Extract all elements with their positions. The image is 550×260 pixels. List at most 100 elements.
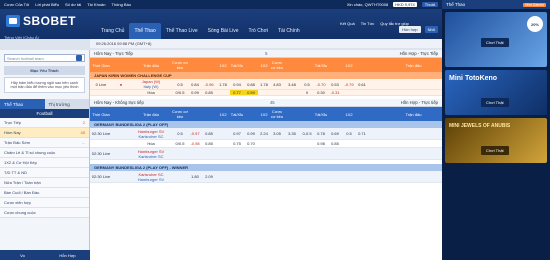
x2[interactable]: 3.05 [270, 131, 284, 136]
half-ou-under[interactable]: 0.61 [356, 82, 368, 87]
half-ou-over[interactable]: 0.5 [342, 131, 356, 136]
handicap-away[interactable]: 0.85 [202, 131, 216, 136]
topbar-link-notice[interactable]: Thông Báo [111, 2, 131, 7]
col-ou: Tài/Xỉu [230, 111, 244, 117]
half-ou-over[interactable]: -0.79 [342, 82, 356, 87]
ou-line: 1.78 [219, 81, 227, 87]
nav-live-sports[interactable]: Thể Thao Live [161, 23, 203, 39]
results-link[interactable]: Kết Quả [340, 21, 355, 26]
sidebar-item-label: Cược chung cuộc [4, 210, 36, 215]
promo-1-play-button[interactable]: Chơi Thật [481, 38, 509, 47]
sport-heading[interactable]: Football [0, 109, 89, 118]
nav-games[interactable]: Trò Chơi [243, 23, 273, 39]
half-handicap-home[interactable]: 0.30 [314, 90, 328, 95]
topbar-link-my-bets[interactable]: Cược Của Tôi [4, 2, 29, 7]
sidebar-item-label: Trực Tiếp [4, 120, 21, 125]
ou-over[interactable]: 0.75 [230, 141, 244, 146]
ou-over[interactable]: 0.97 [230, 131, 244, 136]
language-selector[interactable]: Tiếng Việt (Châu Á) [4, 35, 39, 40]
favorites-note: Hãy bấm biểu tượng ngôi sao bên cạnh một… [4, 77, 85, 93]
half-handicap-away[interactable]: 0.53 [328, 82, 342, 87]
x1[interactable]: 2.24 [258, 131, 270, 136]
half-handicap-away[interactable]: -0.31 [328, 90, 342, 95]
x1[interactable]: 1.78 [258, 82, 270, 87]
half-handicap-away[interactable]: 0.85 [328, 141, 342, 146]
match-teams: Japan (W) Italy (W) [130, 79, 172, 89]
ou-under[interactable]: 0.99 [244, 131, 258, 136]
search-input[interactable]: Search football team [4, 54, 85, 62]
handicap-home[interactable]: 0.84 [188, 82, 202, 87]
promo-banner-3[interactable]: MINI JEWELS OF ANUBIS Chơi Thật [445, 118, 547, 163]
header: SBOBET Tiếng Việt (Châu Á) Trang Chủ Thể… [0, 9, 442, 40]
sidebar-item-early[interactable]: Trận Đấu Sớm... [0, 138, 89, 148]
handicap-away[interactable]: 0.85 [202, 141, 216, 146]
search-icon[interactable] [76, 55, 82, 61]
handicap-home[interactable]: -0.97 [188, 131, 202, 136]
sidebar-item-total-goals[interactable]: T/D TT & ND [0, 168, 89, 178]
ou-under[interactable]: 0.70 [244, 141, 258, 146]
nav-live-casino[interactable]: Sòng Bài Live [203, 23, 244, 39]
col-1x2-b: 1X2 [260, 111, 268, 117]
nav-sports[interactable]: Thể Thao [129, 23, 161, 39]
sidebar-bottom-vo[interactable]: Vo [0, 250, 45, 260]
league-row[interactable]: GERMANY BUNDESLIGA 2 (PLAY OFF) - WINNER [90, 164, 442, 171]
sidebar-item-odd-even[interactable]: Chấm Lẻ & Tỉ số chung cuộc [0, 148, 89, 158]
col-match-right: Trận đấu [405, 62, 422, 68]
logout-button[interactable]: Thoát [421, 2, 438, 7]
topbar-link-balance[interactable]: Số dư tài [65, 2, 81, 7]
live-section-right[interactable]: Hồn Hợp - Trực Tiếp [400, 51, 438, 56]
sidebar-item-live[interactable]: Trực Tiếp 2 [0, 118, 89, 128]
winner-odd-home[interactable]: 1.80 [188, 174, 202, 179]
winner-odd-away[interactable]: 2.09 [202, 174, 216, 179]
table-row: 02:30 Live Karlsruher SC Hamburger SV 1.… [90, 171, 442, 183]
live-section-title[interactable]: Hôm Nay - Trực Tiếp [94, 51, 133, 56]
odds-type-button[interactable]: Hồn hợp [399, 26, 421, 33]
ou-under[interactable]: 0.88 [244, 82, 258, 87]
tab-markets[interactable]: Thị trường [44, 99, 89, 109]
sidebar-item-outright[interactable]: Cược chung cuộc [0, 208, 89, 218]
sidebar-item-ht-ft[interactable]: Nửa Trận / Toàn trận [0, 178, 89, 188]
news-link[interactable]: Tin Tức [361, 21, 375, 26]
nav-home[interactable]: Trang Chủ [96, 23, 129, 39]
promo-banner-2[interactable]: Mini TotoKeno Chơi Thật [445, 70, 547, 115]
promo-2-play-button[interactable]: Chơi Thật [481, 98, 509, 107]
handicap-away[interactable]: 0.85 [202, 90, 216, 95]
today-section-right[interactable]: Hồn Hợp - Trực tiếp [401, 100, 438, 105]
balance-badge[interactable]: HKD 9,974 [393, 2, 417, 7]
sidebar-item-1x2[interactable]: 1X2 & Cơ Hội Kép [0, 158, 89, 168]
logo[interactable]: SBOBET [6, 14, 76, 28]
promo-3-play-button[interactable]: Chơi Thật [481, 146, 509, 155]
ou-under[interactable]: 0.59 [244, 90, 258, 95]
half-handicap-away[interactable]: 0.69 [328, 131, 342, 136]
sidebar-bottom-mix[interactable]: Hỗn Hợp [45, 250, 90, 260]
sidebar-item-mix-parlay[interactable]: Cược xiên hợp [0, 198, 89, 208]
half-handicap-home[interactable]: 0.98 [314, 141, 328, 146]
mini-games-badge[interactable]: Mini Games [523, 2, 546, 7]
half-handicap-home[interactable]: -0.70 [314, 82, 328, 87]
promo-banner-1[interactable]: 20% Chơi Thật [445, 12, 547, 67]
x3[interactable]: 3.48 [284, 82, 300, 87]
topbar-link-account[interactable]: Tài Khoản [87, 2, 105, 7]
handicap-home[interactable]: -0.98 [188, 141, 202, 146]
sidebar-item-first-last[interactable]: Bàn Cuối / Bàn Đầu [0, 188, 89, 198]
league-row[interactable]: JAPAN KIRIN WOMEN CHALLENGE CUP [90, 72, 442, 79]
away-team: Karlsruher SC [138, 153, 164, 159]
sort-button[interactable]: Nhỏ [424, 26, 438, 33]
table-row: Hòa 0/0.5 0.99 0.85 0.77 0.59 0 0.30 -0.… [90, 90, 442, 96]
league-row[interactable]: GERMANY BUNDESLIGA 2 (PLAY OFF) [90, 121, 442, 128]
sidebar-item-today[interactable]: Hôm Nay 45 [0, 128, 89, 138]
nav-finance[interactable]: Tài Chính [273, 23, 305, 39]
table-row: 0 Live ● Japan (W) Italy (W) 0.5 0.84 -0… [90, 79, 442, 90]
ou-over[interactable]: 0.94 [230, 82, 244, 87]
ou-over[interactable]: 0.77 [230, 90, 244, 95]
tab-sports[interactable]: Thể Thao [0, 99, 45, 109]
x3[interactable]: 3.35 [284, 131, 300, 136]
handicap-away[interactable]: -0.96 [202, 82, 216, 87]
topbar-link-statement[interactable]: Lời phát Biểu [35, 2, 59, 7]
half-handicap-home[interactable]: 0.78 [314, 131, 328, 136]
half-ou-under[interactable]: 0.71 [356, 131, 368, 136]
half-handicap-line: 0.5 [304, 81, 310, 87]
today-section-title[interactable]: Hôm Nay - Không trực tiếp [94, 100, 144, 105]
handicap-home[interactable]: 0.99 [188, 90, 202, 95]
x2[interactable]: 4.83 [270, 82, 284, 87]
